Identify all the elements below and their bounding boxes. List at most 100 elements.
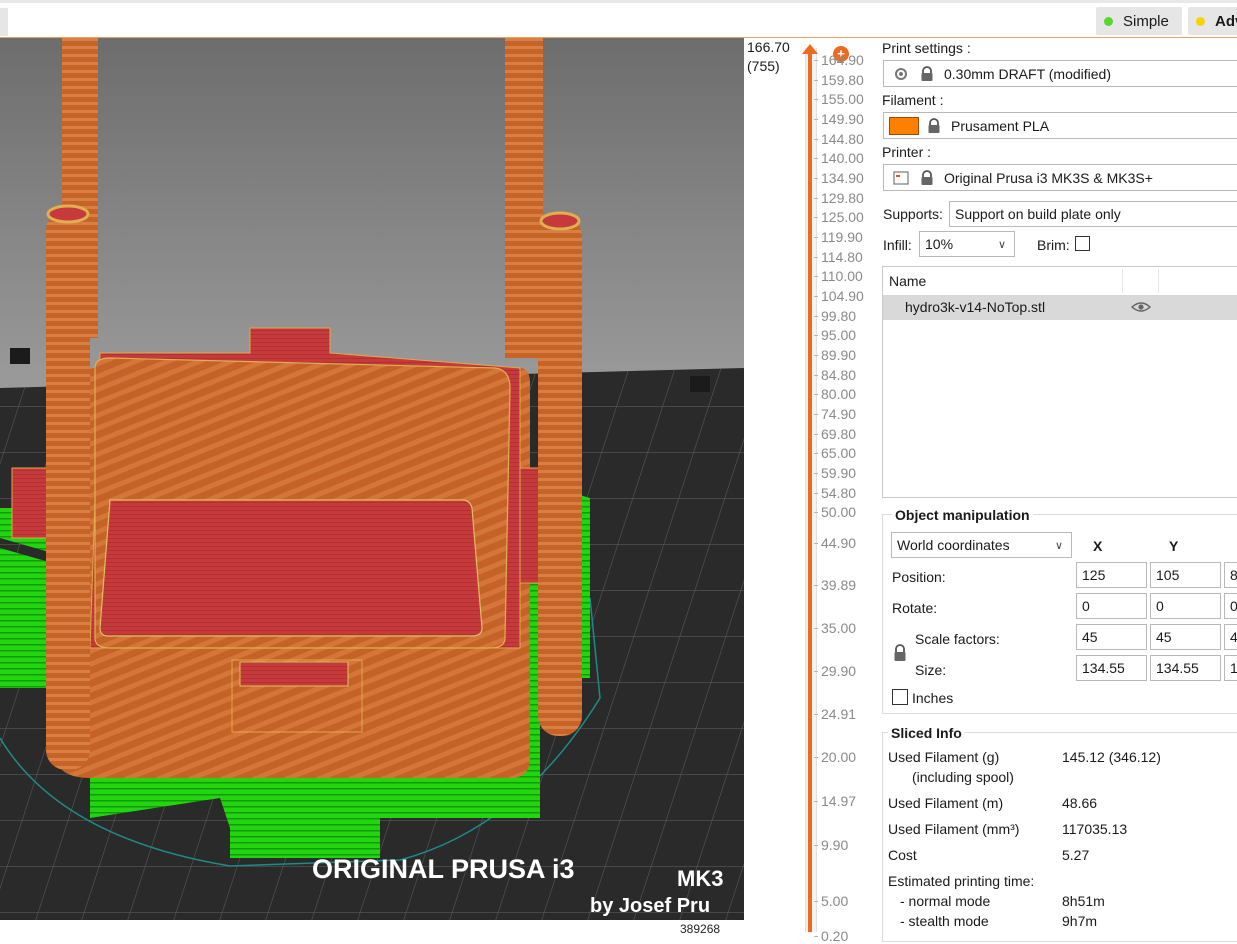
manipulation-x-field[interactable]: 0 <box>1076 593 1147 619</box>
layer-tick-label: 0.20 <box>813 928 849 944</box>
lock-icon <box>925 117 943 135</box>
sliced-info-title: Sliced Info <box>888 725 965 741</box>
layer-tick-label: 39.89 <box>813 577 857 593</box>
inches-label: Inches <box>912 690 954 706</box>
manipulation-z-field[interactable]: 0 <box>1224 593 1237 619</box>
object-name: hydro3k-v14-NoTop.stl <box>905 299 1046 315</box>
manipulation-y-field[interactable]: 0 <box>1150 593 1221 619</box>
filament-label: Filament : <box>882 92 944 108</box>
gear-icon <box>892 65 910 83</box>
estimated-time-label: Estimated printing time: <box>888 873 1035 889</box>
manipulation-y-value: 105 <box>1156 567 1180 583</box>
column-y-label: Y <box>1169 538 1179 554</box>
layer-tick-label: 104.90 <box>814 288 864 304</box>
layer-tick-label: 84.80 <box>813 367 857 383</box>
layer-tick-label: 114.80 <box>814 249 863 265</box>
filament-combo[interactable]: Prusament PLA <box>883 112 1237 139</box>
layer-tick-label: 29.90 <box>813 663 857 679</box>
layer-tick-label: 44.90 <box>813 535 857 551</box>
model-post-front-left <box>46 210 90 770</box>
manipulation-y-field[interactable]: 105 <box>1150 562 1221 588</box>
layer-slider[interactable]: 166.70 (755) + 164.90 159.80 155.00 149.90 1… <box>744 38 878 944</box>
layer-tick-label: 69.80 <box>813 426 857 442</box>
top-layer-height: 166.70 <box>747 39 790 55</box>
simple-mode-button[interactable]: Simple <box>1096 7 1182 35</box>
coordinate-system-value: World coordinates <box>897 537 1010 553</box>
printer-label: Printer : <box>882 144 932 160</box>
manipulation-y-field[interactable]: 134.55 <box>1150 655 1221 681</box>
used-filament-g-value: 145.12 (346.12) <box>1062 749 1161 765</box>
infill-value: 10% <box>925 236 954 252</box>
supports-value: Support on build plate only <box>955 206 1121 222</box>
model-post-back-right <box>505 38 543 358</box>
print-settings-combo[interactable]: 0.30mm DRAFT (modified) <box>883 60 1237 87</box>
supports-label: Supports: <box>883 206 943 222</box>
layer-tick-label: 24.91 <box>813 706 857 722</box>
manipulation-x-field[interactable]: 45 <box>1076 624 1147 650</box>
used-filament-g-sublabel: (including spool) <box>912 769 1014 785</box>
manipulation-z-field[interactable]: 8 <box>1224 562 1237 588</box>
manipulation-z-field[interactable]: 4 <box>1224 624 1237 650</box>
layer-tick-label: 74.90 <box>813 406 857 422</box>
layer-tick-label: 110.00 <box>814 268 863 284</box>
filament-value: Prusament PLA <box>951 117 1050 134</box>
viewport-bottom-strip <box>0 920 744 932</box>
infill-select[interactable]: 10% ∨ <box>919 231 1015 257</box>
inches-checkbox[interactable] <box>892 689 908 705</box>
used-filament-m-label: Used Filament (m) <box>888 795 1004 811</box>
supports-select[interactable]: Support on build plate only <box>949 201 1237 227</box>
advanced-mode-button[interactable]: Adv <box>1188 7 1237 35</box>
manipulation-x-value: 125 <box>1082 567 1106 583</box>
brim-checkbox[interactable] <box>1075 236 1090 251</box>
bed-logo-model: MK3 <box>677 866 723 891</box>
layer-tick-label: 159.80 <box>814 72 864 88</box>
infill-label: Infill: <box>883 237 912 253</box>
layer-tick-label: 95.00 <box>813 327 857 343</box>
scale-lock-icon[interactable] <box>893 640 907 664</box>
layer-tick-label: 9.90 <box>813 837 849 853</box>
manipulation-x-field[interactable]: 125 <box>1076 562 1147 588</box>
gcode-move-number: 389268 <box>680 922 721 936</box>
print-settings-value: 0.30mm DRAFT (modified) <box>944 65 1112 82</box>
cost-value: 5.27 <box>1062 847 1090 863</box>
layer-tick-label: 50.00 <box>813 504 857 520</box>
toolbar-left-edge <box>0 8 8 36</box>
layer-tick-label: 35.00 <box>813 620 857 636</box>
printer-combo[interactable]: Original Prusa i3 MK3S & MK3S+ <box>883 164 1237 191</box>
simple-mode-dot-icon <box>1104 16 1113 26</box>
used-filament-m-value: 48.66 <box>1062 795 1098 811</box>
layer-tick-label: 80.00 <box>813 386 857 402</box>
3d-preview-viewport[interactable]: ORIGINAL PRUSA i3 MK3 by Josef Pru <box>0 38 744 920</box>
manipulation-x-field[interactable]: 134.55 <box>1076 655 1147 681</box>
bed-logo-text-line2: by Josef Pru <box>590 895 710 917</box>
layer-tick-label: 125.00 <box>814 209 864 225</box>
object-list-name-column[interactable]: Name <box>889 273 926 289</box>
object-list[interactable]: Name hydro3k-v14-NoTop.stl <box>882 266 1237 498</box>
layer-slider-upper-thumb[interactable] <box>802 44 818 54</box>
manipulation-z-value: 1 <box>1230 660 1237 676</box>
manipulation-y-value: 45 <box>1156 629 1172 645</box>
manipulation-row-label: Rotate: <box>892 600 938 616</box>
object-list-item[interactable]: hydro3k-v14-NoTop.stl <box>883 295 1237 320</box>
coordinate-system-select[interactable]: World coordinates ∨ <box>891 532 1072 558</box>
cost-label: Cost <box>888 847 917 863</box>
filament-color-swatch[interactable] <box>889 116 919 135</box>
manipulation-x-value: 45 <box>1082 629 1098 645</box>
layer-tick-label: 144.80 <box>814 131 864 147</box>
eye-icon[interactable] <box>1130 299 1152 315</box>
manipulation-x-value: 134.55 <box>1082 660 1125 676</box>
manipulation-z-value: 8 <box>1230 567 1237 583</box>
layer-tick-label: 54.80 <box>813 485 857 501</box>
layer-slider-top-readout: 166.70 (755) <box>747 38 790 76</box>
layer-tick-label: 20.00 <box>813 749 857 765</box>
manipulation-z-field[interactable]: 1 <box>1224 655 1237 681</box>
sliced-model-preview: ORIGINAL PRUSA i3 MK3 by Josef Pru <box>0 38 744 920</box>
layer-tick-label: 164.90 <box>814 52 864 68</box>
layer-tick-label: 155.00 <box>814 91 864 107</box>
simple-mode-label: Simple <box>1123 12 1169 30</box>
brim-label: Brim: <box>1037 237 1070 253</box>
printer-value: Original Prusa i3 MK3S & MK3S+ <box>944 169 1153 186</box>
advanced-mode-dot-icon <box>1196 16 1205 26</box>
layer-tick-label: 119.90 <box>814 229 863 245</box>
manipulation-y-field[interactable]: 45 <box>1150 624 1221 650</box>
